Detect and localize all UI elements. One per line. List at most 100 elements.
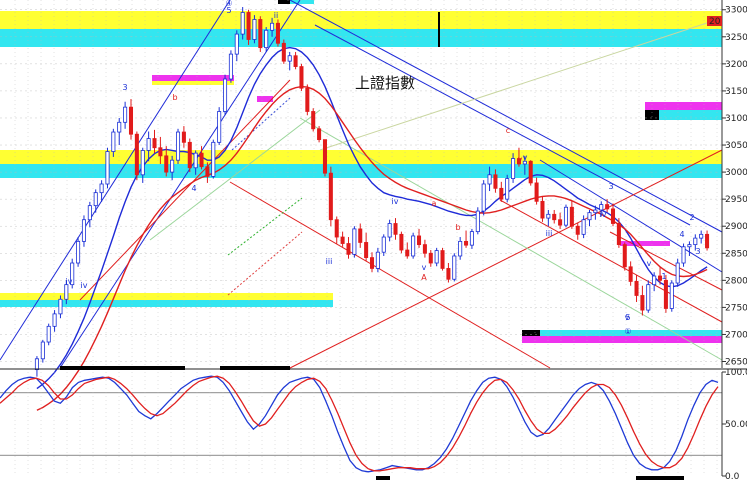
- candle-body: [105, 151, 110, 185]
- candle: [105, 147, 110, 189]
- candle: [76, 237, 81, 267]
- highlight-band: [0, 11, 722, 29]
- candle-body: [569, 206, 574, 227]
- candle-body: [575, 225, 580, 235]
- candle-body: [481, 183, 486, 212]
- candle-body: [311, 111, 316, 130]
- y-tick-label: 2700: [725, 330, 747, 340]
- stoch-tick-label: 0.0: [725, 472, 740, 482]
- wave-label: ①: [624, 327, 631, 336]
- y-tick-label: 3000: [725, 168, 747, 178]
- candle-body: [234, 33, 239, 55]
- candle: [328, 166, 333, 227]
- bottom-marker: [376, 476, 390, 480]
- highlight-band: [152, 81, 234, 85]
- candle-body: [223, 78, 228, 112]
- candle-body: [499, 187, 504, 200]
- wave-label: 3: [695, 247, 700, 256]
- candle-body: [281, 42, 286, 62]
- candle-body: [358, 228, 363, 243]
- chart-title: 上證指數: [355, 74, 415, 92]
- wave-label: iv: [600, 210, 607, 219]
- candle-body: [87, 205, 92, 221]
- wave-label: b: [455, 223, 460, 232]
- price-chart: 35iib4iiiivv3ivvabAcviiiivv12345v①④iv 33…: [0, 0, 747, 482]
- highlight-band: [257, 96, 273, 102]
- wave-label: A: [421, 273, 427, 282]
- candle: [176, 128, 181, 164]
- y-tick-label: 3300: [725, 6, 747, 16]
- candle-body: [693, 237, 698, 246]
- candle: [134, 131, 139, 181]
- wave-label: 3: [608, 182, 613, 191]
- wave-label: c: [506, 126, 510, 135]
- candle-body: [534, 182, 539, 202]
- candle-body: [40, 341, 45, 360]
- highlight-band: [152, 75, 234, 81]
- candle-body: [622, 244, 627, 268]
- current-value-label: 20: [709, 17, 721, 27]
- candle-body: [64, 284, 69, 300]
- candle-body: [76, 240, 81, 264]
- candle: [228, 50, 233, 83]
- wave-label: iv: [81, 281, 88, 290]
- candle: [187, 138, 192, 173]
- wave-label: v: [518, 155, 523, 164]
- y-tick-label: 2850: [725, 249, 747, 259]
- candle-body: [558, 219, 563, 226]
- candle-body: [387, 223, 392, 238]
- candle: [411, 232, 416, 259]
- wave-label: 2: [689, 213, 694, 222]
- band-block: [278, 0, 290, 4]
- candle: [311, 108, 316, 132]
- candle: [281, 39, 286, 64]
- candle-body: [469, 231, 474, 246]
- candle-body: [176, 131, 181, 161]
- candle-body: [640, 295, 645, 311]
- candle-body: [687, 244, 692, 248]
- candle-body: [552, 213, 557, 221]
- candle: [505, 174, 510, 203]
- band-block: [522, 330, 540, 336]
- candle-body: [411, 235, 416, 257]
- candle: [452, 253, 457, 282]
- candle-body: [264, 29, 269, 49]
- candle-body: [511, 158, 516, 179]
- candle: [217, 107, 222, 146]
- wave-label: iv: [66, 277, 73, 286]
- candle-body: [493, 174, 498, 189]
- candle-body: [540, 200, 545, 219]
- candle-body: [434, 250, 439, 264]
- candle: [46, 323, 51, 346]
- candle: [528, 160, 533, 186]
- stoch-tick-label: 100.0: [725, 368, 747, 378]
- wave-label: b: [172, 93, 177, 102]
- wave-label: iii: [326, 257, 333, 266]
- candle-body: [699, 233, 704, 239]
- candle-body: [228, 53, 233, 80]
- candle-body: [170, 159, 175, 173]
- candle: [211, 139, 216, 179]
- candle-body: [587, 212, 592, 221]
- candle-body: [458, 240, 463, 257]
- candle-body: [158, 147, 163, 157]
- candle-body: [628, 266, 633, 282]
- wave-label: ii: [274, 11, 278, 20]
- candle: [475, 207, 480, 235]
- highlight-band: [645, 102, 722, 110]
- candle: [352, 226, 357, 258]
- candle-body: [322, 139, 327, 174]
- candle: [681, 243, 686, 267]
- candle-body: [205, 166, 210, 177]
- candle: [669, 280, 674, 312]
- wave-label: 5: [625, 313, 630, 322]
- candle-body: [187, 141, 192, 169]
- candle-body: [240, 12, 245, 35]
- candle-body: [446, 268, 451, 280]
- y-tick-label: 2900: [725, 222, 747, 232]
- candle-body: [634, 281, 639, 296]
- candle-body: [417, 235, 422, 246]
- candle: [275, 19, 280, 47]
- bottom-marker: [60, 366, 185, 370]
- candle-body: [487, 174, 492, 185]
